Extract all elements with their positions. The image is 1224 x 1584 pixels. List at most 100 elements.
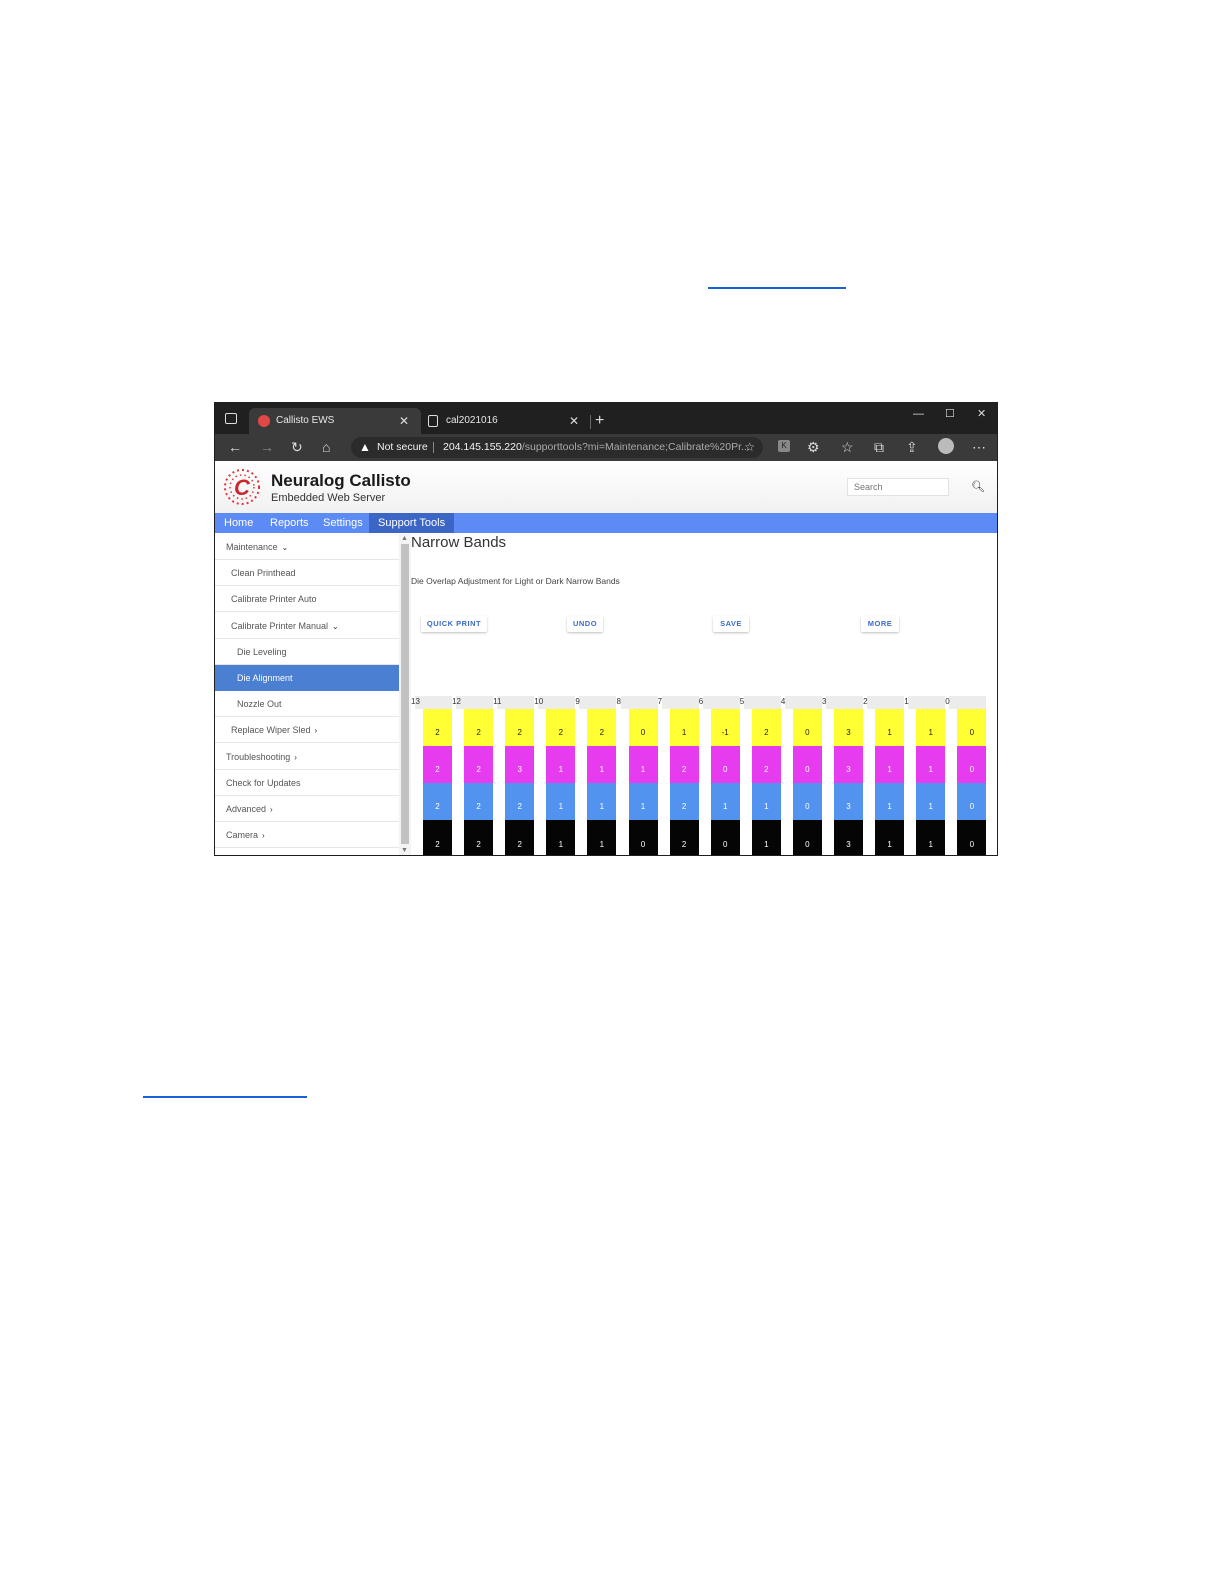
minimize-icon[interactable]: — (913, 403, 924, 425)
magenta-band-value[interactable]: 1 (628, 746, 658, 783)
undo-button[interactable]: UNDO (567, 616, 603, 632)
yellow-band-value[interactable]: 1 (916, 709, 946, 746)
sidebar-item[interactable]: Advanced › (215, 796, 399, 822)
black-band-value[interactable]: 3 (834, 820, 863, 855)
magenta-band-value[interactable]: 3 (505, 746, 535, 783)
yellow-band-value[interactable]: 0 (792, 709, 822, 746)
magenta-band-value[interactable]: 2 (423, 746, 452, 783)
yellow-band-value[interactable]: 1 (669, 709, 699, 746)
maximize-icon[interactable]: ☐ (945, 403, 955, 425)
document-link-bottom[interactable] (143, 1096, 307, 1098)
close-tab-icon[interactable]: ✕ (569, 408, 579, 434)
quick-print-button[interactable]: QUICK PRINT (421, 616, 487, 632)
save-button[interactable]: SAVE (713, 616, 749, 632)
sidebar-item[interactable]: Nozzle Out (215, 691, 399, 718)
document-link-top[interactable] (708, 287, 846, 289)
search-input[interactable] (847, 478, 949, 496)
cyan-band-value[interactable]: 2 (423, 783, 452, 820)
sidebar-item[interactable]: Die Alignment (215, 665, 399, 691)
cyan-band-value[interactable]: 1 (587, 783, 617, 820)
magenta-band-value[interactable]: 1 (546, 746, 576, 783)
magenta-band-value[interactable]: 1 (587, 746, 617, 783)
sidebar-item[interactable]: Camera › (215, 822, 399, 849)
forward-icon[interactable]: → (260, 434, 274, 461)
cyan-band-value[interactable]: 1 (546, 783, 576, 820)
add-favorite-icon[interactable]: ☆ (744, 437, 755, 458)
yellow-band-value[interactable]: 2 (505, 709, 535, 746)
tab-callisto-ews[interactable]: Callisto EWS ✕ (249, 408, 421, 434)
new-tab-icon[interactable]: + (595, 408, 604, 434)
magenta-band-value[interactable]: 0 (957, 746, 987, 783)
cyan-band-value[interactable]: 3 (834, 783, 863, 820)
scroll-up-icon[interactable]: ▲ (401, 535, 408, 542)
collections-icon[interactable]: ⧉ (874, 434, 884, 461)
home-icon[interactable]: ⌂ (322, 434, 330, 461)
cyan-band-value[interactable]: 2 (464, 783, 494, 820)
magenta-band-value[interactable]: 2 (669, 746, 699, 783)
extensions-icon[interactable]: ⚙ (807, 434, 820, 461)
magenta-band-value[interactable]: 3 (834, 746, 863, 783)
yellow-band-value[interactable]: 2 (587, 709, 617, 746)
sidebar-item[interactable]: Clean Printhead (215, 560, 399, 587)
sidebar-item[interactable]: Check for Updates (215, 770, 399, 796)
black-band-value[interactable]: 0 (628, 820, 658, 855)
yellow-band-value[interactable]: 2 (423, 709, 452, 746)
close-window-icon[interactable]: ✕ (977, 403, 986, 425)
yellow-band-value[interactable]: 2 (751, 709, 781, 746)
cyan-band-value[interactable]: 2 (669, 783, 699, 820)
cyan-band-value[interactable]: 1 (710, 783, 740, 820)
more-options-icon[interactable]: ⋯ (972, 434, 986, 461)
cyan-band-value[interactable]: 1 (916, 783, 946, 820)
sidebar-item[interactable]: Die Leveling (215, 639, 399, 665)
black-band-value[interactable]: 2 (423, 820, 452, 855)
sidebar-item[interactable]: Replace Wiper Sled › (215, 717, 399, 744)
magenta-band-value[interactable]: 1 (875, 746, 905, 783)
yellow-band-value[interactable]: 3 (834, 709, 863, 746)
scroll-down-icon[interactable]: ▼ (401, 847, 408, 854)
yellow-band-value[interactable]: 0 (957, 709, 987, 746)
more-button[interactable]: MORE (861, 616, 899, 632)
sidebar-item[interactable]: Calibrate Printer Manual ⌄ (215, 613, 399, 639)
yellow-band-value[interactable]: 2 (464, 709, 494, 746)
extension-k-icon[interactable]: K (778, 440, 790, 452)
black-band-value[interactable]: 2 (464, 820, 494, 855)
cyan-band-value[interactable]: 1 (751, 783, 781, 820)
cyan-band-value[interactable]: 1 (628, 783, 658, 820)
nav-support-tools[interactable]: Support Tools (369, 513, 455, 533)
nav-reports[interactable]: Reports (270, 513, 309, 533)
yellow-band-value[interactable]: 2 (546, 709, 576, 746)
yellow-band-value[interactable]: 1 (875, 709, 905, 746)
profile-avatar[interactable] (938, 438, 954, 454)
yellow-band-value[interactable]: -1 (710, 709, 740, 746)
yellow-band-value[interactable]: 0 (628, 709, 658, 746)
tab-cal2021016[interactable]: cal2021016 ✕ (421, 408, 591, 434)
magenta-band-value[interactable]: 0 (710, 746, 740, 783)
black-band-value[interactable]: 2 (669, 820, 699, 855)
magenta-band-value[interactable]: 2 (751, 746, 781, 783)
black-band-value[interactable]: 1 (751, 820, 781, 855)
black-band-value[interactable]: 0 (792, 820, 822, 855)
close-tab-icon[interactable]: ✕ (399, 408, 409, 434)
cyan-band-value[interactable]: 1 (875, 783, 905, 820)
favorites-icon[interactable]: ☆ (841, 434, 854, 461)
sidebar-item[interactable]: Troubleshooting › (215, 744, 399, 770)
cyan-band-value[interactable]: 0 (792, 783, 822, 820)
black-band-value[interactable]: 1 (875, 820, 905, 855)
black-band-value[interactable]: 1 (916, 820, 946, 855)
share-icon[interactable]: ⇪ (906, 434, 918, 461)
nav-home[interactable]: Home (224, 513, 253, 533)
black-band-value[interactable]: 1 (546, 820, 576, 855)
back-icon[interactable]: ← (228, 434, 242, 461)
search-icon[interactable]: 🔍︎ (971, 478, 985, 496)
black-band-value[interactable]: 2 (505, 820, 535, 855)
nav-settings[interactable]: Settings (323, 513, 363, 533)
magenta-band-value[interactable]: 0 (792, 746, 822, 783)
scrollbar-thumb[interactable] (401, 544, 409, 844)
sidebar-item[interactable]: Calibrate Printer Auto (215, 586, 399, 613)
black-band-value[interactable]: 0 (710, 820, 740, 855)
sidebar-item[interactable]: Maintenance ⌄ (215, 534, 399, 560)
black-band-value[interactable]: 0 (957, 820, 987, 855)
magenta-band-value[interactable]: 1 (916, 746, 946, 783)
black-band-value[interactable]: 1 (587, 820, 617, 855)
address-bar[interactable]: ▲ Not secure 204.145.155.220/supporttool… (351, 437, 763, 458)
